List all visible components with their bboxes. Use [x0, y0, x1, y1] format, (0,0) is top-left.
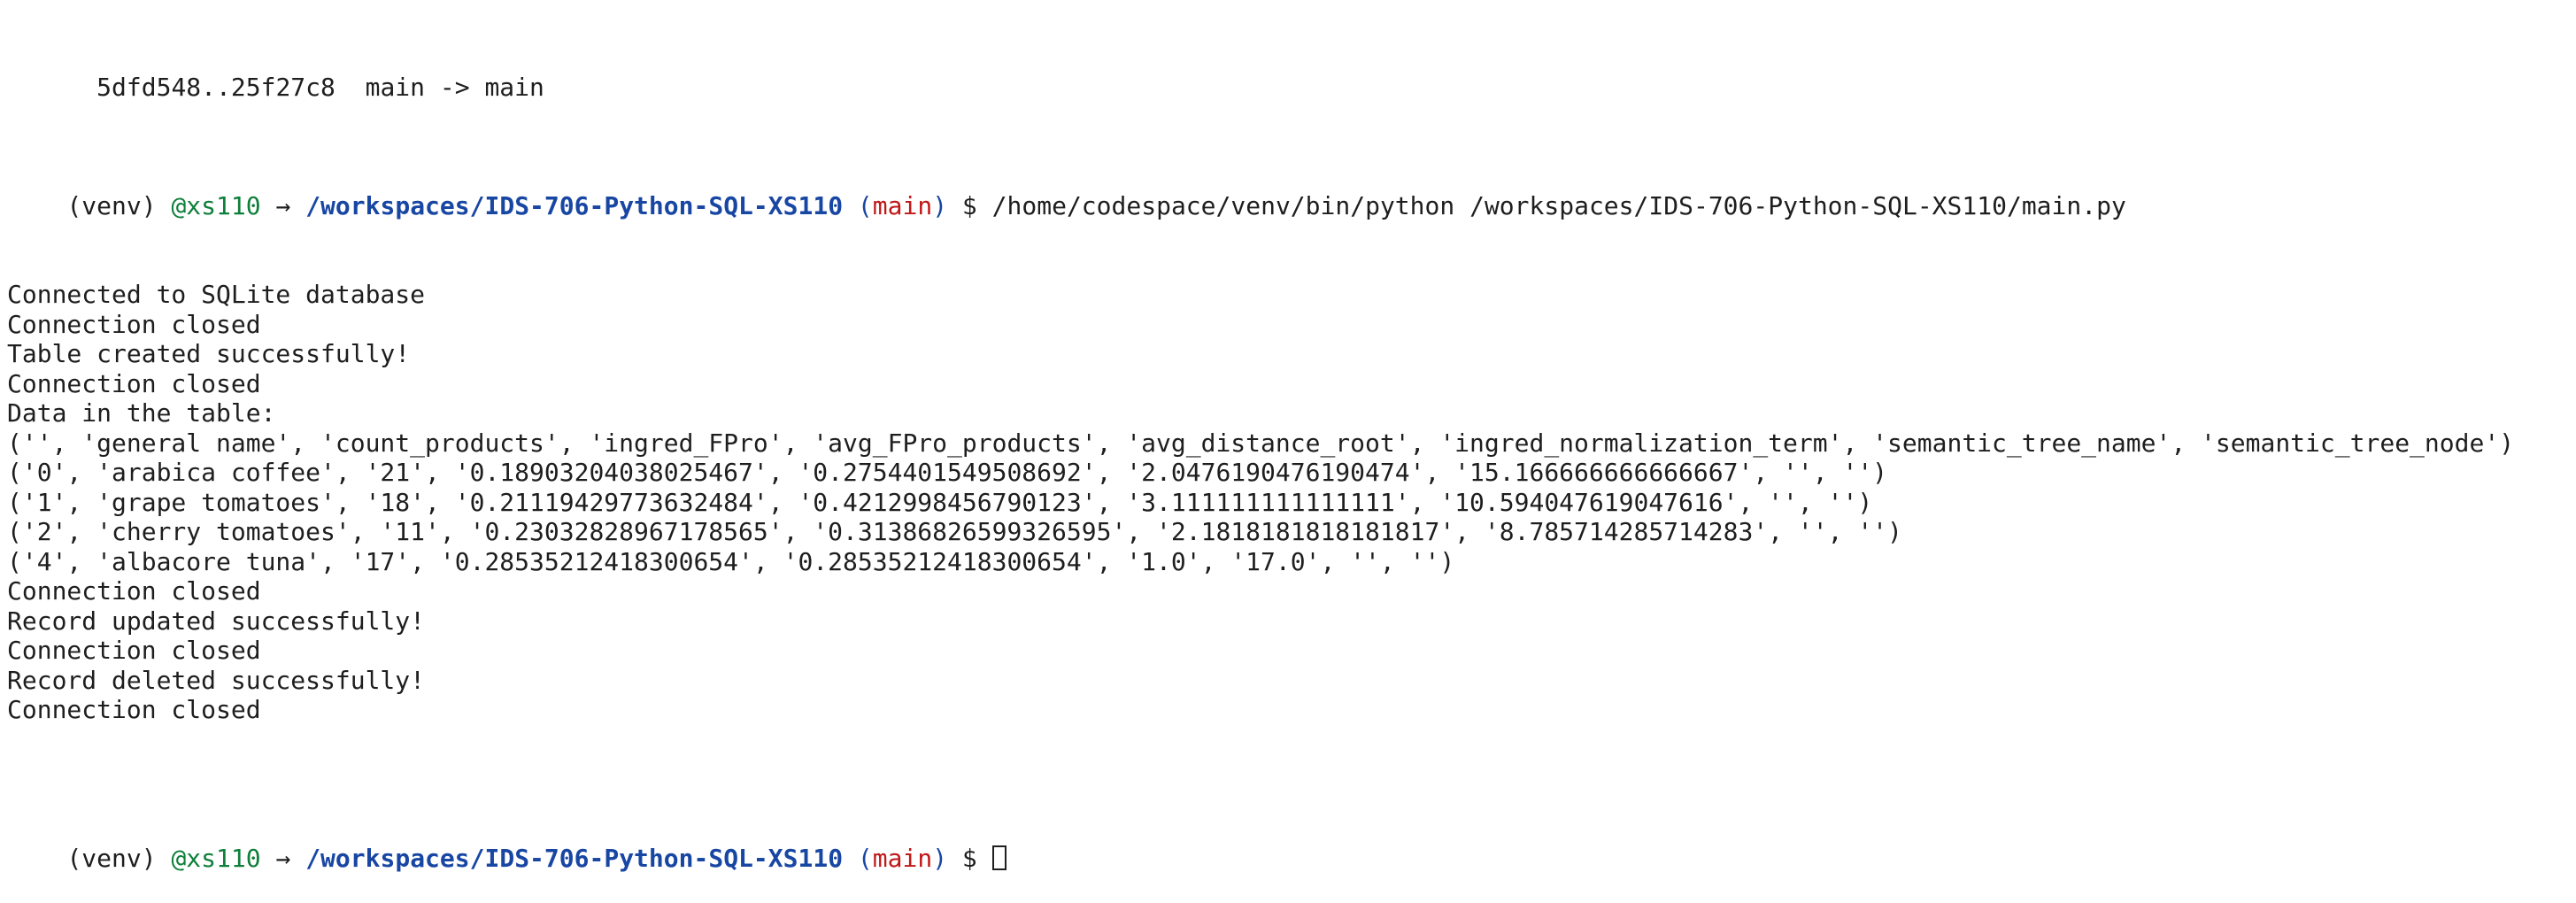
- git-push-output-line: 5dfd548..25f27c8 main -> main: [0, 42, 2576, 102]
- output-text: Connection closed: [7, 636, 261, 665]
- prompt-user: @xs110: [171, 190, 261, 220]
- output-line: Table created successfully!: [0, 339, 2576, 369]
- branch-open-paren: (: [843, 190, 873, 220]
- branch-close-paren: ): [932, 843, 948, 873]
- output-text: Record updated successfully!: [7, 606, 426, 636]
- output-line: Data in the table:: [0, 398, 2576, 428]
- output-line: ('', 'general name', 'count_products', '…: [0, 428, 2576, 459]
- active-prompt-line[interactable]: (venv) @xs110 → /workspaces/IDS-706-Pyth…: [0, 814, 2576, 873]
- output-line: ('1', 'grape tomatoes', '18', '0.2111942…: [0, 488, 2576, 518]
- venv-indicator: (venv): [66, 843, 172, 873]
- command-prompt-line: (venv) @xs110 → /workspaces/IDS-706-Pyth…: [0, 161, 2576, 220]
- prompt-dollar: $: [947, 843, 992, 873]
- prompt-user: @xs110: [171, 843, 261, 873]
- program-output: Connected to SQLite database Connection c…: [0, 280, 2576, 725]
- output-text: ('', 'general name', 'count_products', '…: [7, 428, 2515, 458]
- prompt-cwd: /workspaces/IDS-706-Python-SQL-XS110: [305, 190, 844, 220]
- output-text: Connection closed: [7, 368, 261, 398]
- output-text: Data in the table:: [7, 398, 276, 428]
- output-text: ('2', 'cherry tomatoes', '11', '0.230328…: [7, 517, 1902, 546]
- output-line: Record deleted successfully!: [0, 666, 2576, 696]
- branch-close-paren: ): [932, 190, 948, 220]
- output-text: Connection closed: [7, 576, 261, 606]
- output-line: Connected to SQLite database: [0, 280, 2576, 310]
- prompt-arrow: →: [260, 190, 306, 220]
- output-line: Connection closed: [0, 369, 2576, 399]
- output-text: Connection closed: [7, 309, 261, 339]
- git-branch: main: [872, 190, 933, 220]
- output-line: Connection closed: [0, 310, 2576, 340]
- venv-indicator: (venv): [66, 190, 172, 220]
- terminal-output[interactable]: 5dfd548..25f27c8 main -> main (venv) @xs…: [0, 0, 2576, 873]
- prompt-dollar: $: [947, 190, 992, 220]
- prompt-cwd: /workspaces/IDS-706-Python-SQL-XS110: [305, 843, 844, 873]
- output-text: Record deleted successfully!: [7, 665, 426, 695]
- output-line: Connection closed: [0, 636, 2576, 666]
- branch-open-paren: (: [843, 843, 873, 873]
- executed-command: /home/codespace/venv/bin/python /workspa…: [991, 190, 2126, 220]
- output-line: ('0', 'arabica coffee', '21', '0.1890320…: [0, 458, 2576, 488]
- output-line: Connection closed: [0, 695, 2576, 725]
- output-text: Connected to SQLite database: [7, 280, 426, 309]
- output-line: ('4', 'albacore tuna', '17', '0.28535212…: [0, 547, 2576, 577]
- output-text: ('4', 'albacore tuna', '17', '0.28535212…: [7, 546, 1455, 576]
- text-cursor[interactable]: [991, 845, 1006, 870]
- output-line: ('2', 'cherry tomatoes', '11', '0.230328…: [0, 517, 2576, 547]
- output-line: Record updated successfully!: [0, 606, 2576, 637]
- output-text: Table created successfully!: [7, 339, 411, 368]
- git-push-text: 5dfd548..25f27c8 main -> main: [66, 72, 544, 102]
- git-branch: main: [872, 843, 933, 873]
- output-text: ('0', 'arabica coffee', '21', '0.1890320…: [7, 458, 1888, 487]
- output-line: Connection closed: [0, 576, 2576, 606]
- output-text: Connection closed: [7, 695, 261, 724]
- output-text: ('1', 'grape tomatoes', '18', '0.2111942…: [7, 487, 1873, 517]
- prompt-arrow: →: [260, 843, 306, 873]
